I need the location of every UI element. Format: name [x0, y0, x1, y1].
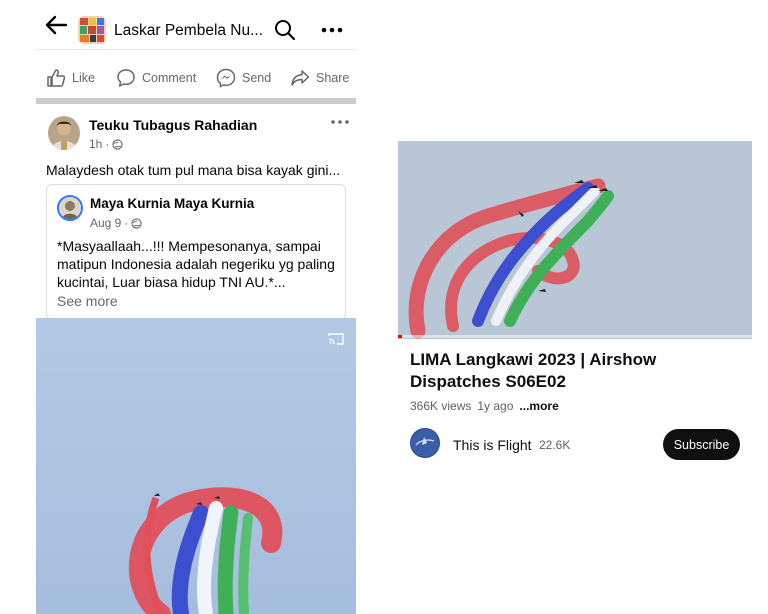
video-progress-fill [398, 335, 402, 338]
cast-icon[interactable] [328, 332, 344, 346]
facebook-video[interactable] [36, 318, 356, 614]
video-stats: 366K views 1y ago ...more [410, 399, 559, 413]
group-header: Laskar Pembela Nu... [36, 0, 356, 50]
shared-post-text: *Masyaallaah...!!! Mempesonanya, sampai … [57, 238, 335, 290]
shared-post-card[interactable]: Maya Kurnia Maya Kurnia Aug 9 · *Masyaal… [46, 184, 346, 320]
youtube-panel: LIMA Langkawi 2023 | Airshow Dispatches … [398, 141, 752, 471]
post-text: Malaydesh otak tum pul mana bisa kayak g… [46, 162, 341, 178]
facebook-panel: Laskar Pembela Nu... Like Comment Send S… [36, 0, 356, 614]
post-author-avatar[interactable] [48, 116, 80, 150]
thumbs-up-icon [47, 69, 66, 87]
shared-author-avatar[interactable] [57, 195, 83, 221]
post-options-icon[interactable] [330, 117, 350, 127]
messenger-icon [216, 68, 236, 88]
post-author-name[interactable]: Teuku Tubagus Rahadian [89, 117, 257, 133]
shared-meta-separator: · [124, 216, 129, 230]
comment-bubble-icon [117, 69, 135, 87]
comment-label: Comment [142, 71, 197, 85]
post-time[interactable]: 1h [89, 137, 102, 151]
youtube-video-player[interactable] [398, 141, 752, 339]
shared-author-name[interactable]: Maya Kurnia Maya Kurnia [90, 196, 254, 211]
like-label: Like [72, 71, 95, 85]
globe-icon [112, 138, 123, 150]
video-progress-bar[interactable] [398, 335, 752, 338]
subscribe-button[interactable]: Subscribe [663, 429, 740, 460]
share-label: Share [316, 71, 350, 85]
search-icon[interactable] [274, 19, 296, 41]
post-divider [36, 98, 356, 104]
upload-age: 1y ago [477, 399, 514, 413]
group-avatar[interactable] [78, 16, 106, 44]
channel-name[interactable]: This is Flight [453, 437, 532, 453]
send-button[interactable]: Send [216, 68, 271, 88]
share-button[interactable]: Share [290, 68, 349, 88]
airshow-thumbnail [398, 141, 752, 339]
shared-post-meta: Aug 9 · [90, 216, 142, 230]
channel-avatar[interactable] [410, 428, 440, 458]
video-title: LIMA Langkawi 2023 | Airshow Dispatches … [410, 350, 657, 391]
send-label: Send [242, 71, 272, 85]
airshow-video-frame [36, 318, 356, 614]
back-arrow-icon[interactable] [44, 14, 68, 36]
more-description-link[interactable]: ...more [519, 399, 558, 413]
subscriber-count: 22.6K [539, 438, 571, 452]
post-meta: 1h · [89, 137, 123, 151]
see-more-link[interactable]: See more [57, 293, 118, 309]
shared-post-date[interactable]: Aug 9 [90, 216, 121, 230]
group-title[interactable]: Laskar Pembela Nu... [114, 22, 263, 40]
post-actions-bar: Like Comment Send Share [36, 64, 356, 94]
globe-icon [131, 217, 142, 229]
more-horizontal-icon[interactable] [320, 20, 344, 40]
view-count: 366K views [410, 399, 472, 413]
comment-button[interactable]: Comment [116, 68, 196, 88]
share-arrow-icon [291, 70, 310, 86]
meta-separator: · [105, 137, 110, 151]
like-button[interactable]: Like [46, 68, 95, 88]
